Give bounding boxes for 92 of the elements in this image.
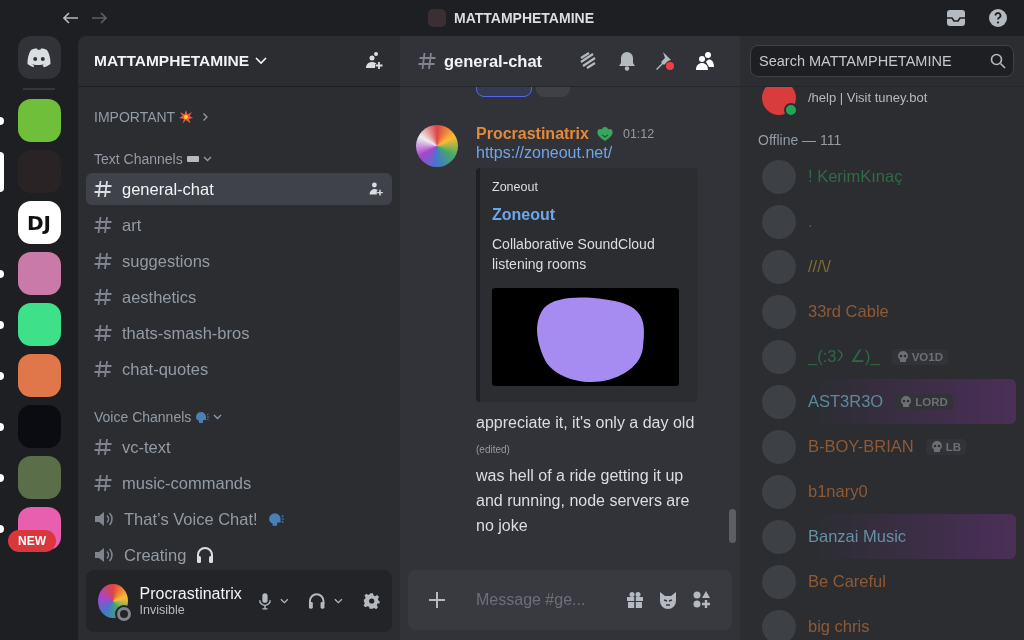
- gift-icon[interactable]: [626, 591, 644, 609]
- speaking-head-icon: [267, 512, 284, 526]
- category-name[interactable]: IMPORTANT: [94, 109, 176, 125]
- embed-provider: Zoneout: [492, 180, 539, 194]
- channel-item[interactable]: suggestions: [86, 245, 392, 277]
- hashtag-icon: [94, 438, 112, 456]
- skull-icon: [930, 440, 943, 453]
- message-link[interactable]: https://zoneout.net/: [476, 144, 704, 162]
- guild-tag: LB: [925, 438, 967, 455]
- hashtag-icon: [94, 216, 112, 234]
- chevron-icon[interactable]: [202, 156, 212, 162]
- help-icon[interactable]: [988, 8, 1008, 28]
- server-icon[interactable]: DJ: [17, 201, 61, 244]
- embed-description: Collaborative SoundCloud listening rooms: [492, 235, 656, 274]
- channel-item[interactable]: thats-smash-bros: [86, 317, 392, 349]
- search-icon: [990, 53, 1006, 69]
- hashtag-icon: [418, 52, 436, 70]
- channel-item[interactable]: That’s Voice Chat!: [86, 503, 392, 535]
- member-status: /help | Visit tuney.bot: [808, 90, 928, 105]
- username: Procrastinatrix: [139, 585, 242, 603]
- skull-icon: [900, 395, 913, 408]
- server-avatar-icon: [428, 9, 446, 27]
- bot-avatar[interactable]: [762, 87, 796, 115]
- pin-icon[interactable]: [654, 51, 676, 71]
- channel-item[interactable]: Creating: [86, 539, 392, 570]
- bell-icon[interactable]: [618, 51, 636, 71]
- skull-icon: [896, 350, 909, 363]
- member-item[interactable]: B-BOY-BRIAN LB: [758, 424, 1016, 469]
- member-list-icon[interactable]: [694, 51, 716, 71]
- online-status-icon: [784, 102, 798, 117]
- user-status: Invisible: [139, 603, 186, 617]
- invisible-status-icon: [116, 607, 131, 621]
- apps-icon[interactable]: [692, 591, 712, 609]
- category-name[interactable]: Voice Channels: [94, 409, 192, 425]
- home-button[interactable]: [17, 36, 61, 79]
- settings-icon[interactable]: [362, 591, 380, 611]
- headphones-icon[interactable]: [308, 592, 326, 610]
- hashtag-icon: [94, 474, 112, 492]
- member-item[interactable]: _(:3 ∠)_ VO1D: [758, 334, 1016, 379]
- chevron-down-icon[interactable]: [279, 598, 289, 604]
- leaf-badge-icon: [594, 126, 615, 142]
- burst-icon: [179, 110, 194, 124]
- speaker-icon: [94, 546, 114, 564]
- channel-item[interactable]: chat-quotes: [86, 353, 392, 385]
- microphone-icon[interactable]: [257, 591, 272, 611]
- hashtag-icon: [94, 288, 112, 306]
- category-name[interactable]: Text Channels: [94, 151, 183, 167]
- invite-icon[interactable]: [368, 181, 384, 197]
- channel-item[interactable]: music-commands: [86, 467, 392, 499]
- server-icon[interactable]: [17, 303, 61, 346]
- chevron-down-icon[interactable]: [333, 598, 343, 604]
- message-field[interactable]: Message #ge...: [474, 590, 612, 610]
- hashtag-icon: [94, 324, 112, 342]
- section-header: Offline — 111: [758, 132, 843, 148]
- kana-glyph-icon: [836, 348, 846, 362]
- author-name[interactable]: Procrastinatrix: [476, 125, 589, 143]
- chevron-icon[interactable]: [202, 112, 209, 122]
- window-title: MATTAMPHETAMINE: [454, 10, 594, 26]
- hashtag-icon: [94, 252, 112, 270]
- hashtag-icon: [94, 180, 112, 198]
- cat-face-icon[interactable]: [658, 591, 678, 609]
- forward-arrow-icon[interactable]: [91, 12, 107, 24]
- hashtag-icon: [94, 360, 112, 378]
- speaker-icon: [94, 510, 114, 528]
- scrollbar-thumb[interactable]: [729, 509, 736, 543]
- guild-tag: VO1D: [891, 348, 949, 365]
- server-icon[interactable]: [17, 99, 61, 142]
- timestamp: 01:12: [622, 127, 655, 141]
- guild-tag: LORD: [895, 393, 953, 410]
- invite-people-icon[interactable]: [364, 51, 384, 71]
- member-item[interactable]: ///\/: [758, 244, 1016, 289]
- new-badge: NEW: [8, 530, 56, 552]
- channel-item[interactable]: vc-text: [86, 431, 392, 463]
- embed-image[interactable]: [492, 288, 679, 386]
- inbox-icon[interactable]: [946, 9, 966, 27]
- speaking-head-icon: [195, 411, 210, 423]
- message-text: appreciate it, it's only a day old (edited): [476, 413, 696, 457]
- plus-icon[interactable]: [428, 591, 446, 609]
- channel-item[interactable]: aesthetics: [86, 281, 392, 313]
- back-arrow-icon[interactable]: [63, 12, 79, 24]
- channel-item[interactable]: general-chat: [86, 173, 392, 205]
- chevron-icon[interactable]: [213, 414, 223, 420]
- server-name[interactable]: MATTAMPHETAMINE: [94, 52, 249, 70]
- logo-icon: [26, 47, 52, 68]
- bar-icon: [186, 156, 199, 162]
- user-avatar: [416, 125, 458, 167]
- channel-title: general-chat: [444, 51, 543, 71]
- channel-item[interactable]: art: [86, 209, 392, 241]
- message-text: was hell of a ride getting it up and running, node servers are no joke: [476, 466, 691, 536]
- headphones-icon: [196, 546, 215, 564]
- embed-title[interactable]: Zoneout: [492, 206, 682, 224]
- search-field[interactable]: Search MATTAMPHETAMINE: [750, 45, 1014, 77]
